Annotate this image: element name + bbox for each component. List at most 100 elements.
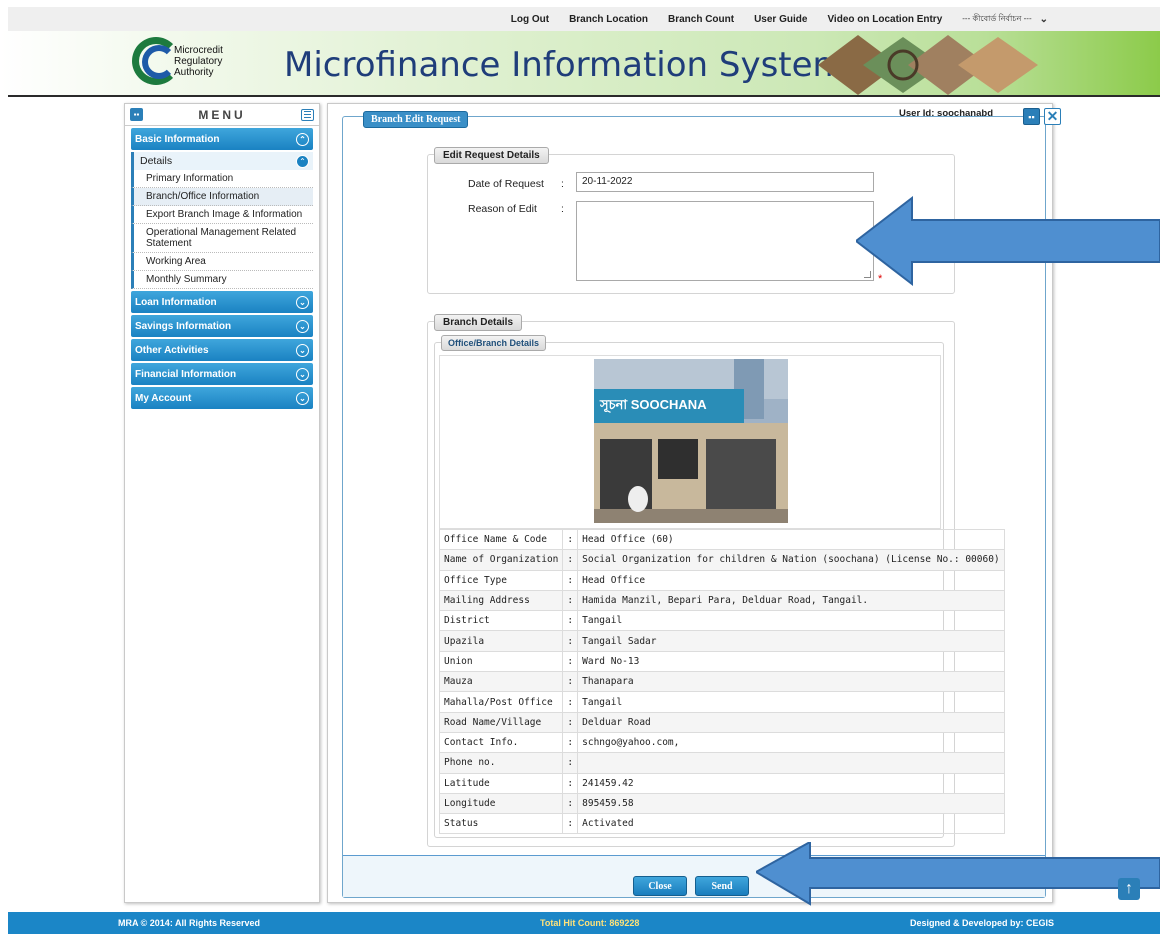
table-row: Phone no.: xyxy=(438,752,1005,774)
row-label: Phone no. xyxy=(438,752,564,774)
grid-icon[interactable]: ▪▪ xyxy=(130,108,143,121)
row-label: Office Type xyxy=(438,569,564,591)
row-value: Head Office xyxy=(577,569,1005,591)
annotation-arrow-reason xyxy=(856,196,1160,286)
row-label: Office Name & Code xyxy=(438,528,564,551)
sidebar-item-operational-management[interactable]: Operational Management Related Statement xyxy=(131,224,313,253)
row-separator: : xyxy=(562,528,579,551)
edit-request-legend: Edit Request Details xyxy=(434,147,549,164)
row-value: Head Office (60) xyxy=(577,528,1005,551)
row-value: Tangail xyxy=(577,610,1005,632)
table-row: Mahalla/Post Office: Tangail xyxy=(438,691,1005,713)
sidebar-subsection-details[interactable]: Details ⌃ xyxy=(131,152,313,170)
row-separator: : xyxy=(562,671,579,693)
mra-logo: Microcredit Regulatory Authority xyxy=(128,35,248,93)
chevron-up-icon: ⌃ xyxy=(296,132,309,146)
row-value: 895459.58 xyxy=(577,792,1005,815)
hamburger-icon[interactable] xyxy=(301,108,314,121)
close-button[interactable]: Close xyxy=(633,876,687,896)
scroll-to-top-icon[interactable]: ↑ xyxy=(1118,878,1140,900)
row-value: Tangail xyxy=(577,691,1005,713)
row-label: District xyxy=(438,610,564,632)
row-separator: : xyxy=(562,752,579,774)
row-label: Road Name/Village xyxy=(438,711,564,733)
sidebar-menu: ▪▪ MENU Basic Information ⌃ Details ⌃ Pr… xyxy=(124,103,320,903)
user-id-label: User Id: soochanabd xyxy=(899,108,993,119)
row-value: Activated xyxy=(577,813,1005,835)
branch-location-link[interactable]: Branch Location xyxy=(569,14,648,25)
office-branch-details-fieldset: Office/Branch Details সূচনা SOOCHANA Off… xyxy=(434,335,1005,838)
table-row: Name of Organization: Social Organization… xyxy=(438,549,1005,571)
row-separator: : xyxy=(562,792,579,815)
chevron-down-icon: ⌄ xyxy=(296,391,309,405)
menu-title: MENU xyxy=(198,107,246,122)
sidebar-section-financial-information[interactable]: Financial Information ⌄ xyxy=(131,363,313,385)
row-label: Longitude xyxy=(438,792,564,815)
svg-text:সূচনা SOOCHANA: সূচনা SOOCHANA xyxy=(599,397,707,414)
reason-of-edit-label: Reason of Edit xyxy=(468,203,537,215)
sidebar-section-loan-information[interactable]: Loan Information ⌄ xyxy=(131,291,313,313)
page-footer: MRA © 2014: All Rights Reserved Total Hi… xyxy=(8,912,1160,934)
branch-photo-frame: সূচনা SOOCHANA xyxy=(439,355,941,529)
table-row: Office Type: Head Office xyxy=(438,569,1005,591)
row-value: 241459.42 xyxy=(577,772,1005,794)
sidebar-item-export-branch-image[interactable]: Export Branch Image & Information xyxy=(131,206,313,224)
row-value: Hamida Manzil, Bepari Para, Delduar Road… xyxy=(577,589,1005,612)
row-value: Tangail Sadar xyxy=(577,630,1005,652)
sidebar-section-my-account[interactable]: My Account ⌄ xyxy=(131,387,313,409)
sidebar-item-monthly-summary[interactable]: Monthly Summary xyxy=(131,271,313,289)
row-value: Thanapara xyxy=(577,671,1005,693)
table-row: Contact Info.: schngo@yahoo.com, xyxy=(438,731,1005,754)
date-of-request-field[interactable]: 20-11-2022 xyxy=(576,172,874,192)
sidebar-section-basic-information[interactable]: Basic Information ⌃ xyxy=(131,128,313,150)
office-branch-details-legend: Office/Branch Details xyxy=(441,335,547,351)
row-separator: : xyxy=(562,610,579,632)
table-row: Union: Ward No-13 xyxy=(438,650,1005,673)
row-separator: : xyxy=(562,731,579,754)
table-row: Road Name/Village: Delduar Road xyxy=(438,711,1005,733)
hit-count-text: Total Hit Count: 869228 xyxy=(540,918,640,928)
row-separator: : xyxy=(562,813,579,835)
branch-count-link[interactable]: Branch Count xyxy=(668,14,734,25)
row-label: Mahalla/Post Office xyxy=(438,691,564,713)
sidebar-item-branch-office-information[interactable]: Branch/Office Information xyxy=(131,188,313,206)
logout-link[interactable]: Log Out xyxy=(511,14,549,25)
developer-credit: Designed & Developed by: CEGIS xyxy=(910,918,1055,928)
row-separator: : xyxy=(562,549,579,571)
banner-photo-collage xyxy=(818,35,1038,95)
send-button[interactable]: Send xyxy=(695,876,749,896)
table-row: Mailing Address: Hamida Manzil, Bepari Pa… xyxy=(438,589,1005,612)
sidebar-section-savings-information[interactable]: Savings Information ⌄ xyxy=(131,315,313,337)
table-row: District: Tangail xyxy=(438,610,1005,632)
row-label: Union xyxy=(438,650,564,673)
chevron-down-icon: ⌄ xyxy=(296,319,309,333)
close-icon[interactable]: ✕ xyxy=(1044,108,1061,125)
row-label: Status xyxy=(438,813,564,835)
chevron-down-icon: ⌄ xyxy=(1039,13,1048,25)
video-location-entry-link[interactable]: Video on Location Entry xyxy=(827,14,942,25)
panel-title: Branch Edit Request xyxy=(363,111,469,128)
row-label: Upazila xyxy=(438,630,564,652)
row-separator: : xyxy=(562,630,579,652)
sidebar-item-primary-information[interactable]: Primary Information xyxy=(131,170,313,188)
row-separator: : xyxy=(562,650,579,673)
table-row: Upazila: Tangail Sadar xyxy=(438,630,1005,652)
user-guide-link[interactable]: User Guide xyxy=(754,14,807,25)
maximize-icon[interactable]: ▪▪ xyxy=(1023,108,1040,125)
table-row: Longitude:895459.58 xyxy=(438,792,1005,815)
keyboard-language-select[interactable]: --- কীবোর্ড নির্বাচন --- ⌄ xyxy=(962,13,1048,26)
row-separator: : xyxy=(562,772,579,794)
row-separator: : xyxy=(562,711,579,733)
row-value: Delduar Road xyxy=(577,711,1005,733)
row-value xyxy=(577,752,1005,774)
top-nav: Log Out Branch Location Branch Count Use… xyxy=(8,7,1160,31)
reason-of-edit-textarea[interactable] xyxy=(576,201,874,281)
row-value: Social Organization for children & Natio… xyxy=(577,549,1005,571)
keyboard-language-value: --- কীবোর্ড নির্বাচন --- xyxy=(962,13,1032,23)
table-row: Mauza: Thanapara xyxy=(438,671,1005,693)
sidebar-section-other-activities[interactable]: Other Activities ⌄ xyxy=(131,339,313,361)
sidebar-item-working-area[interactable]: Working Area xyxy=(131,253,313,271)
copyright-text: MRA © 2014: All Rights Reserved xyxy=(118,918,261,928)
chevron-up-icon: ⌃ xyxy=(296,154,309,168)
menu-header: ▪▪ MENU xyxy=(125,104,319,126)
